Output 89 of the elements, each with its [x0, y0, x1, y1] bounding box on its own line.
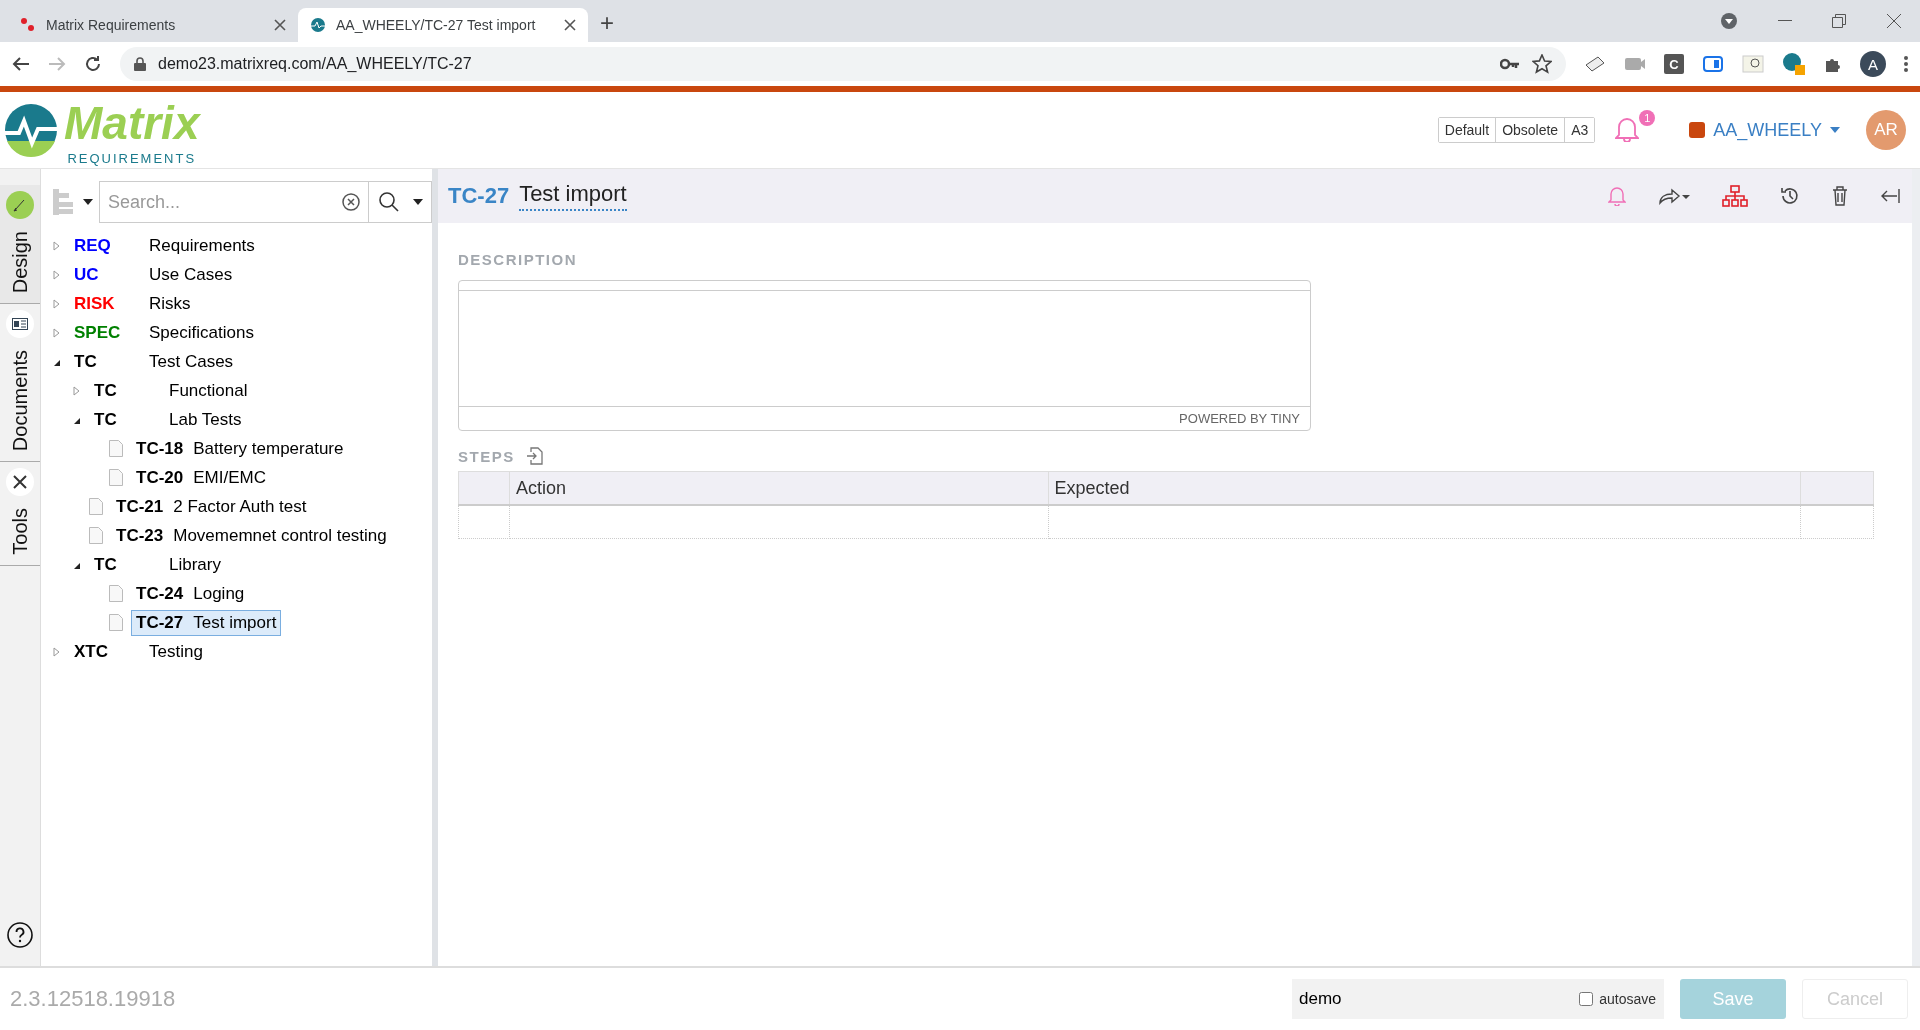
favicon-icon — [310, 17, 326, 33]
pencil-icon — [6, 191, 34, 219]
expand-triangle-icon[interactable] — [53, 269, 60, 280]
browser-tab[interactable]: Matrix Requirements — [8, 8, 298, 42]
editor-branding: POWERED BY TINY — [1178, 410, 1301, 428]
filter-button[interactable]: A3 — [1564, 118, 1595, 142]
tree-node[interactable]: TC-24 Loging — [131, 580, 250, 607]
expand-triangle-icon[interactable] — [53, 240, 60, 251]
extension-icon[interactable]: C — [1664, 54, 1684, 74]
document-icon — [109, 440, 123, 457]
restore-icon[interactable] — [1832, 14, 1846, 28]
tree-node[interactable]: TC Functional — [89, 377, 253, 404]
document-list-icon — [6, 310, 34, 339]
caret-icon — [413, 199, 423, 205]
comment-field[interactable]: demo — [1297, 988, 1580, 1010]
tree-node[interactable]: TC-20 EMI/EMC — [131, 464, 271, 491]
extension-icon[interactable] — [1584, 55, 1606, 73]
close-window-icon[interactable] — [1886, 13, 1902, 29]
clear-icon[interactable] — [342, 193, 360, 211]
expand-triangle-icon[interactable] — [53, 298, 60, 309]
description-editor[interactable]: POWERED BY TINY — [458, 280, 1311, 431]
search-button[interactable] — [368, 181, 432, 223]
caret-icon[interactable] — [83, 199, 93, 205]
notification-count: 1 — [1639, 110, 1656, 126]
profile-avatar[interactable]: A — [1860, 51, 1886, 77]
autosave-checkbox[interactable] — [1579, 992, 1594, 1006]
search-icon — [379, 192, 399, 212]
matrix-logo[interactable]: Matrix REQUIREMENTS — [4, 95, 200, 165]
star-icon[interactable] — [1532, 54, 1552, 74]
collapse-triangle-icon[interactable] — [73, 416, 81, 425]
search-box[interactable]: Search... — [99, 181, 368, 223]
tree-node[interactable]: XTC Testing — [69, 638, 208, 665]
tree-node[interactable]: TC Lab Tests — [89, 406, 247, 433]
key-icon[interactable] — [1500, 58, 1520, 70]
column-header: Expected — [1048, 471, 1801, 505]
column-header: Action — [509, 471, 1049, 505]
comment-box[interactable]: demo autosave — [1292, 979, 1664, 1019]
share-icon[interactable] — [1658, 187, 1690, 205]
reload-icon[interactable] — [84, 55, 102, 73]
lock-icon — [134, 57, 146, 71]
sidebar-tab[interactable]: Design — [0, 185, 40, 305]
close-icon[interactable] — [274, 19, 286, 31]
minimize-icon[interactable] — [1778, 20, 1792, 22]
document-icon — [109, 614, 123, 631]
browser-tab[interactable]: AA_WHEELY/TC-27 Test import — [298, 8, 588, 42]
expand-triangle-icon[interactable] — [53, 327, 60, 338]
notification-bell-icon[interactable] — [1615, 116, 1640, 142]
project-selector[interactable]: AA_WHEELY — [1683, 118, 1846, 142]
back-icon[interactable] — [12, 55, 30, 73]
favicon-icon — [20, 17, 36, 33]
tree-node[interactable]: TC Test Cases — [69, 348, 239, 375]
help-icon[interactable] — [7, 922, 33, 948]
autosave-label: autosave — [1599, 991, 1656, 1007]
collapse-triangle-icon[interactable] — [53, 358, 61, 367]
tree-node[interactable]: UC Use Cases — [69, 261, 238, 288]
tree-node[interactable]: TC-23 Movememnet control testing — [111, 522, 392, 549]
field-label: DESCRIPTION — [458, 251, 578, 268]
item-id: TC-27 — [448, 183, 510, 209]
tree-node[interactable]: TC-27 Test import — [131, 609, 282, 636]
expand-triangle-icon[interactable] — [53, 646, 60, 657]
tree-node[interactable]: TC-21 2 Factor Auth test — [111, 493, 312, 520]
item-title[interactable]: Test import — [519, 181, 627, 211]
tree-node[interactable]: TC-18 Battery temperature — [131, 435, 349, 462]
import-icon[interactable] — [526, 447, 543, 465]
tree-node[interactable]: TC Library — [89, 551, 226, 578]
document-icon — [89, 527, 103, 544]
version-label: 2.3.12518.19918 — [10, 986, 176, 1012]
close-icon[interactable] — [564, 19, 576, 31]
trash-icon[interactable] — [1832, 186, 1848, 206]
collapse-triangle-icon[interactable] — [73, 561, 81, 570]
tree-node[interactable]: REQ Requirements — [69, 232, 260, 259]
collapse-left-icon[interactable] — [1880, 188, 1900, 204]
tab-title: AA_WHEELY/TC-27 Test import — [336, 17, 537, 33]
tree-node[interactable]: SPEC Specifications — [69, 319, 259, 346]
document-icon — [109, 469, 123, 486]
document-icon — [89, 498, 103, 515]
extension-icon[interactable] — [1702, 55, 1724, 73]
field-label: STEPS — [458, 447, 515, 465]
tree-node[interactable]: RISK Risks — [69, 290, 196, 317]
tab-search-icon[interactable] — [1720, 12, 1738, 30]
expand-triangle-icon[interactable] — [73, 385, 80, 396]
tab-title: Matrix Requirements — [46, 17, 177, 33]
history-icon[interactable] — [1780, 186, 1800, 206]
new-tab-button[interactable]: + — [600, 9, 614, 37]
hierarchy-icon[interactable] — [1722, 185, 1748, 207]
document-icon — [109, 585, 123, 602]
caret-icon — [1830, 127, 1840, 133]
more-icon[interactable] — [1904, 56, 1908, 72]
extension-icon[interactable] — [1782, 52, 1806, 76]
